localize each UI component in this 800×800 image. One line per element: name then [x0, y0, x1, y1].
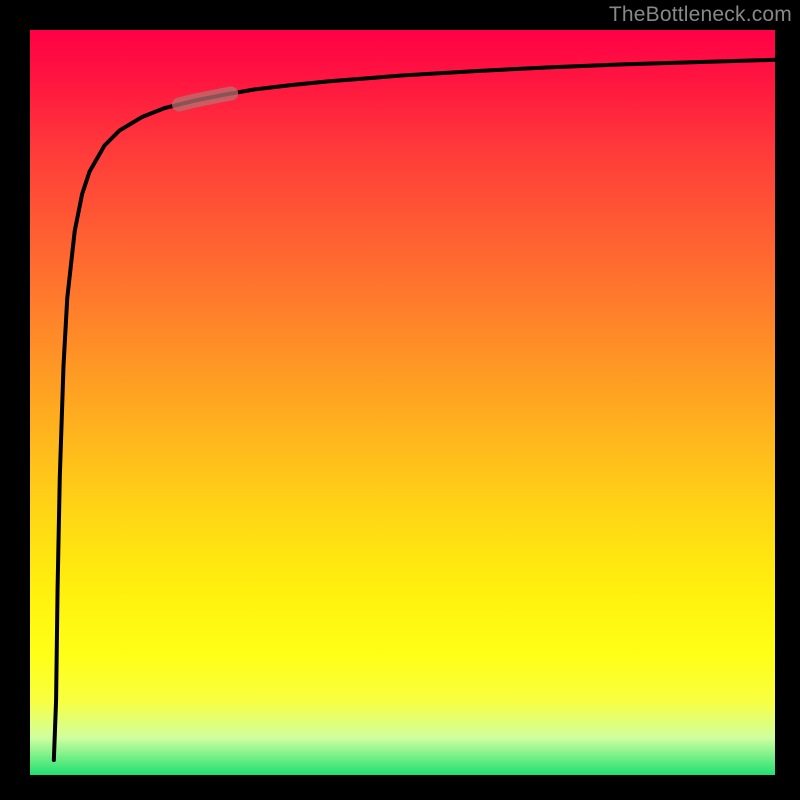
- attribution-label: TheBottleneck.com: [609, 3, 792, 27]
- chart-plot-area: [30, 30, 775, 775]
